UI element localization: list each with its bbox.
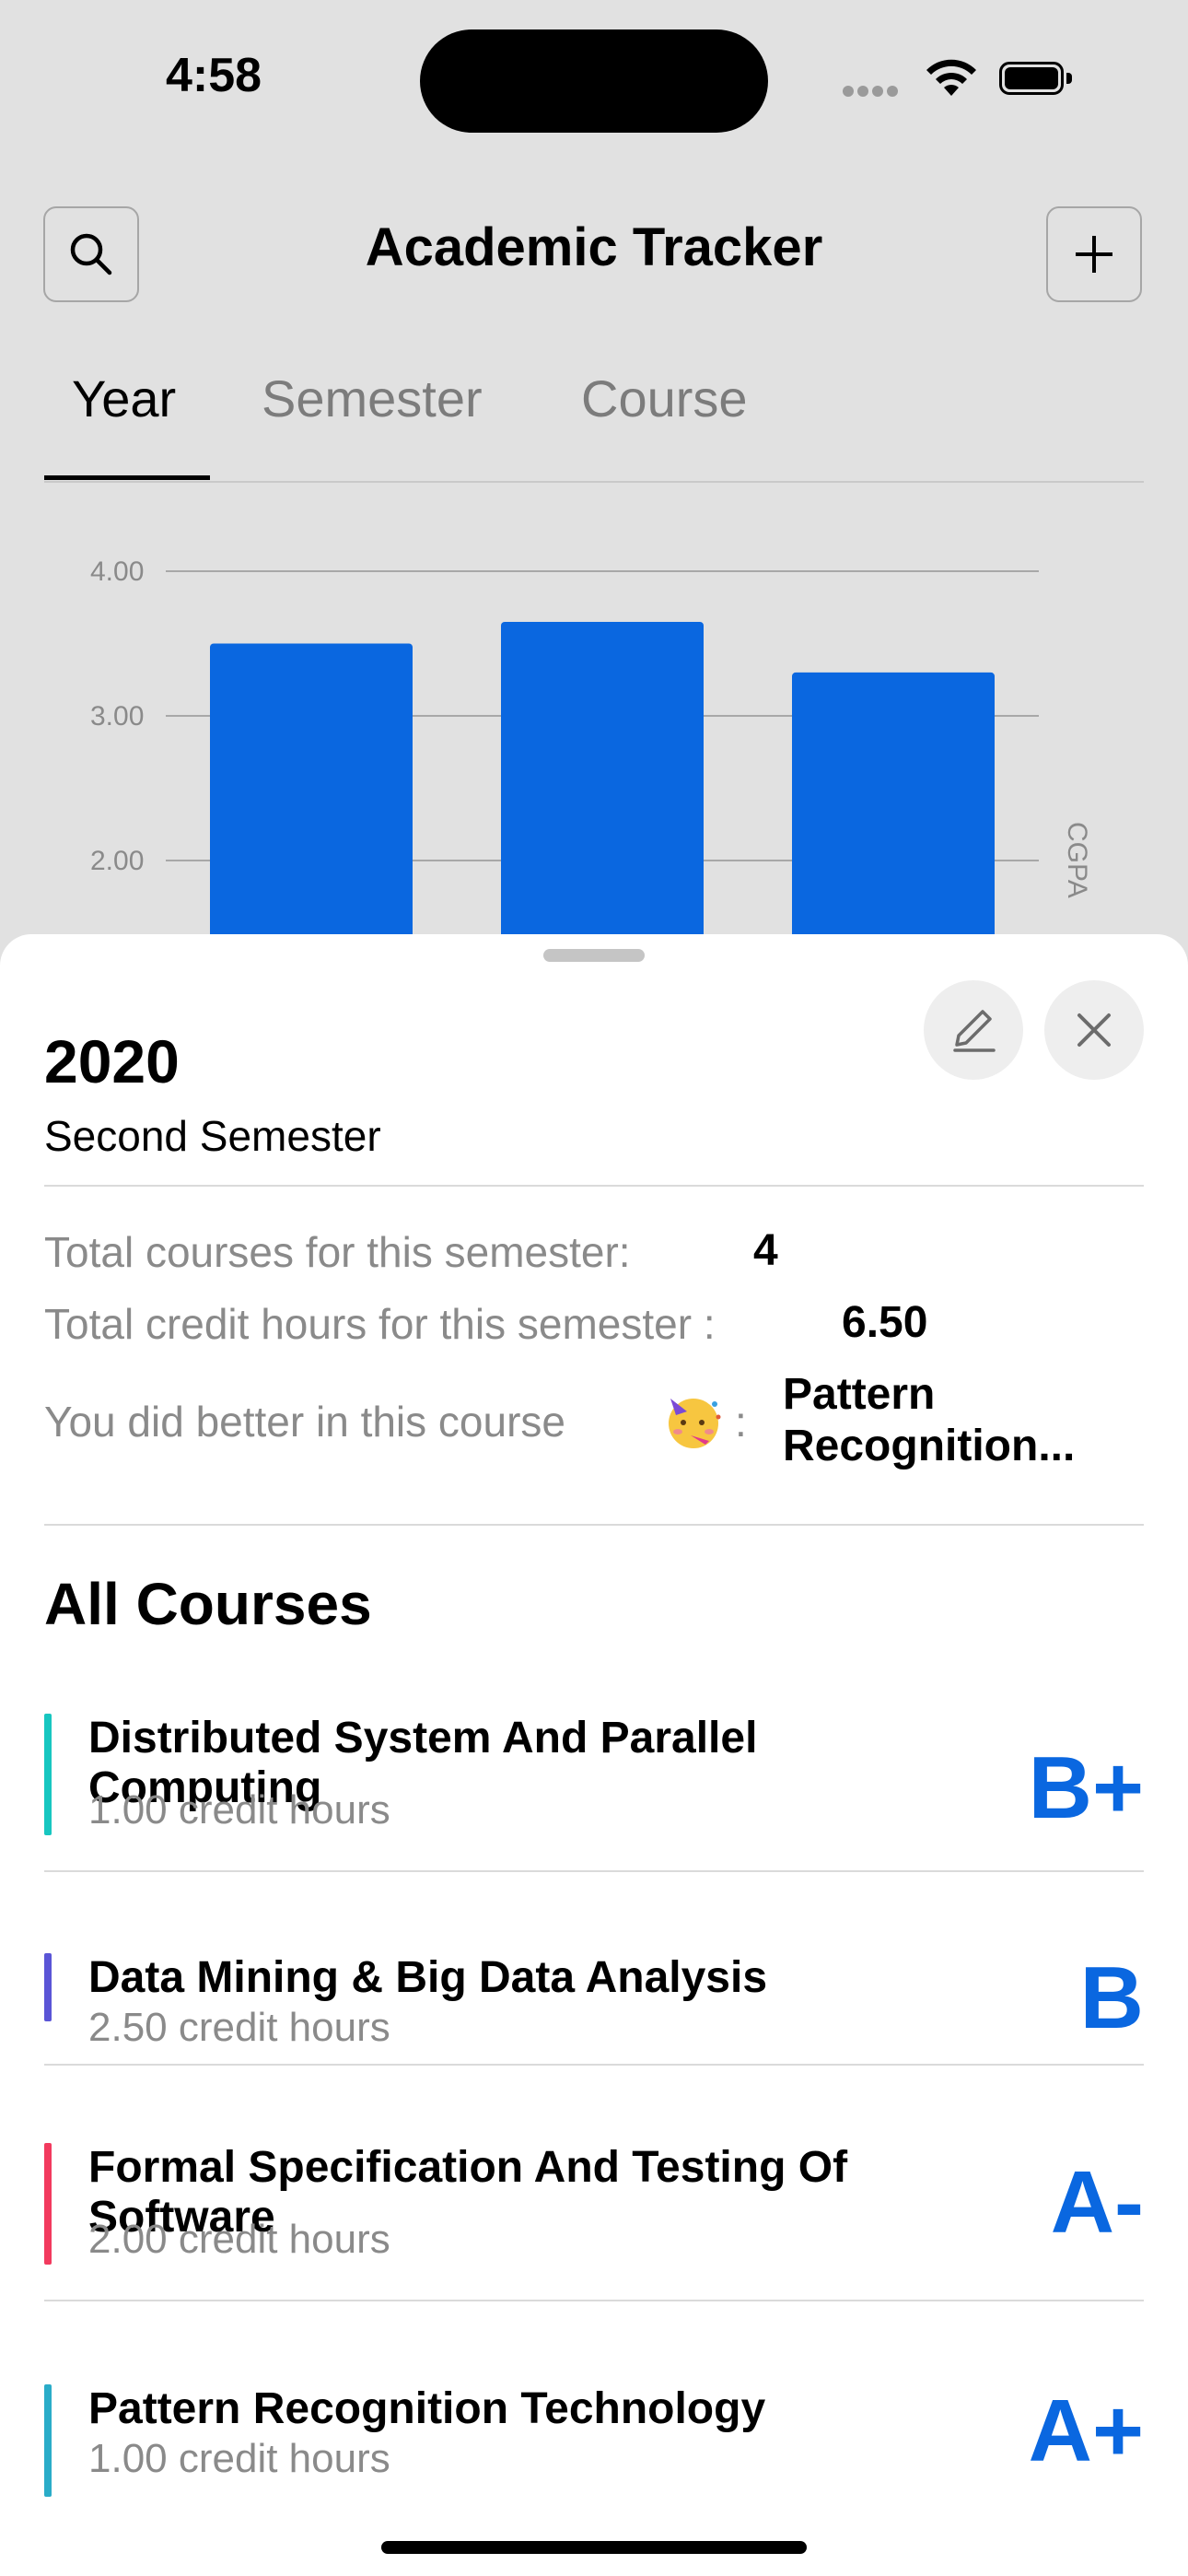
total-courses-value: 4 — [753, 1226, 778, 1275]
tab-active-indicator — [44, 475, 210, 480]
course-row[interactable]: Distributed System And Parallel Computin… — [44, 1714, 1144, 1953]
course-grade: B+ — [1028, 1739, 1144, 1837]
course-credits: 2.50 credit hours — [88, 2005, 390, 2050]
y-axis-label: CGPA — [1062, 822, 1092, 898]
best-course-label: You did better in this course — [44, 1398, 565, 1446]
edit-button[interactable] — [924, 980, 1023, 1080]
battery-icon — [999, 62, 1073, 97]
home-indicator[interactable] — [381, 2541, 807, 2554]
course-name: Data Mining & Big Data Analysis — [88, 1953, 768, 2002]
divider — [44, 2300, 1144, 2301]
tab-year[interactable]: Year — [72, 369, 176, 428]
total-courses-label: Total courses for this semester: — [44, 1228, 631, 1276]
course-row[interactable]: Pattern Recognition Technology 1.00 cred… — [44, 2382, 1144, 2513]
y-tick-label: 2.00 — [90, 846, 144, 876]
add-button[interactable] — [1046, 206, 1142, 302]
sheet-year: 2020 — [44, 1027, 180, 1095]
signal-icon — [843, 85, 905, 97]
course-row[interactable]: Data Mining & Big Data Analysis 2.50 cre… — [44, 1949, 1144, 2137]
total-credit-value: 6.50 — [842, 1298, 928, 1347]
y-tick-label: 4.00 — [90, 556, 144, 587]
cgpa-bar-chart: 4.00 3.00 2.00 CGPA — [90, 556, 1092, 941]
all-courses-heading: All Courses — [44, 1571, 372, 1637]
y-tick-label: 3.00 — [90, 701, 144, 732]
course-color-bar — [44, 2143, 52, 2265]
course-credits: 2.00 credit hours — [88, 2217, 390, 2262]
sheet-grabber[interactable] — [543, 949, 645, 962]
chart-bar[interactable] — [501, 621, 704, 940]
best-course-value: Pattern Recognition... — [783, 1370, 1076, 1470]
course-credits: 1.00 credit hours — [88, 1787, 390, 1832]
sheet-semester: Second Semester — [44, 1112, 381, 1160]
divider — [44, 1185, 1144, 1187]
party-face-emoji — [669, 1399, 721, 1448]
divider — [44, 2064, 1144, 2066]
course-grade: B — [1079, 1949, 1144, 2047]
chart-bar[interactable] — [210, 643, 413, 941]
chart-bar[interactable] — [792, 672, 995, 940]
course-grade: A+ — [1028, 2382, 1144, 2480]
tab-bar: Year Semester Course — [44, 369, 1144, 483]
detail-sheet: 2020 Second Semester Total courses for t… — [0, 934, 1188, 2576]
wifi-icon — [926, 59, 976, 96]
close-icon — [1077, 1013, 1111, 1047]
divider — [44, 1524, 1144, 1526]
total-credit-label: Total credit hours for this semester : — [44, 1300, 716, 1348]
dynamic-island — [420, 29, 768, 133]
divider — [44, 1870, 1144, 1872]
plus-icon — [1076, 236, 1112, 273]
course-name: Pattern Recognition Technology — [88, 2384, 766, 2433]
status-bar: 4:58 — [0, 0, 1188, 157]
course-grade: A- — [1050, 2153, 1144, 2252]
course-row[interactable]: Formal Specification And Testing Of Soft… — [44, 2143, 1144, 2383]
pencil-icon — [953, 1010, 996, 1052]
course-color-bar — [44, 1953, 52, 2021]
course-color-bar — [44, 2384, 52, 2497]
best-course-separator: : — [735, 1398, 747, 1446]
status-time: 4:58 — [166, 49, 262, 102]
course-color-bar — [44, 1714, 52, 1835]
page-title: Academic Tracker — [365, 217, 823, 277]
tab-course[interactable]: Course — [581, 369, 748, 428]
course-credits: 1.00 credit hours — [88, 2436, 390, 2481]
close-button[interactable] — [1044, 980, 1144, 1080]
tab-semester[interactable]: Semester — [262, 369, 483, 428]
